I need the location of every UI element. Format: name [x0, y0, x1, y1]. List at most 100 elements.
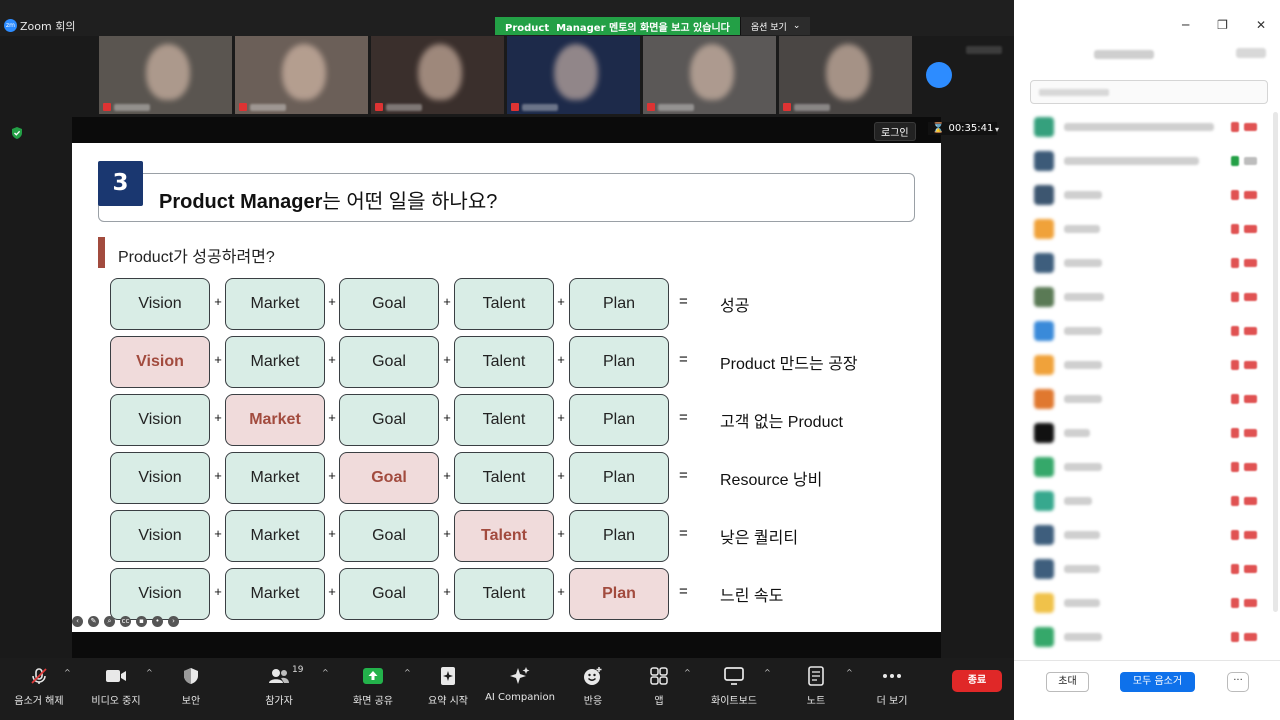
- participants-button[interactable]: 참가자: [234, 666, 324, 707]
- mic-muted-icon[interactable]: [1231, 360, 1239, 370]
- mic-muted-icon[interactable]: [1231, 122, 1239, 132]
- video-off-icon[interactable]: [1244, 497, 1257, 505]
- participant-row[interactable]: [1014, 452, 1280, 486]
- participant-row[interactable]: [1014, 180, 1280, 214]
- participant-row[interactable]: [1014, 418, 1280, 452]
- mic-muted-icon[interactable]: [1231, 462, 1239, 472]
- mic-muted-icon[interactable]: [1231, 428, 1239, 438]
- view-options-button[interactable]: 옵션 보기 ⌄: [739, 17, 811, 35]
- participant-video-tile[interactable]: [371, 36, 504, 114]
- mic-muted-icon[interactable]: [1231, 564, 1239, 574]
- participant-row[interactable]: [1014, 316, 1280, 350]
- participant-row[interactable]: [1014, 282, 1280, 316]
- chevron-up-icon[interactable]: ^: [764, 668, 771, 677]
- mic-muted-icon[interactable]: [1231, 326, 1239, 336]
- video-off-icon[interactable]: [1244, 565, 1257, 573]
- next-icon[interactable]: ›: [168, 616, 179, 627]
- participant-row[interactable]: [1014, 146, 1280, 180]
- video-off-icon[interactable]: [1244, 293, 1257, 301]
- panel-more-button[interactable]: ···: [1227, 672, 1249, 692]
- participant-name-label: [386, 104, 422, 111]
- mic-muted-icon[interactable]: [1231, 224, 1239, 234]
- participant-row[interactable]: [1014, 588, 1280, 622]
- video-off-icon[interactable]: [1244, 123, 1257, 131]
- participant-video-tile[interactable]: [99, 36, 232, 114]
- participant-video-tile[interactable]: [779, 36, 912, 114]
- chevron-up-icon[interactable]: ^: [64, 668, 71, 677]
- mic-active-icon[interactable]: [1231, 156, 1239, 166]
- plus-sign: +: [328, 584, 336, 599]
- more-icon[interactable]: •: [152, 616, 163, 627]
- mic-muted-icon[interactable]: [1231, 190, 1239, 200]
- video-off-icon[interactable]: [1244, 463, 1257, 471]
- session-timer[interactable]: ⌛ 00:35:41: [928, 122, 998, 135]
- participant-row[interactable]: [1014, 112, 1280, 146]
- video-strip: [99, 36, 914, 114]
- participant-row[interactable]: [1014, 520, 1280, 554]
- participant-row[interactable]: [1014, 622, 1280, 656]
- shared-screen-bottom-bar: [72, 632, 941, 658]
- video-off-icon[interactable]: [1244, 327, 1257, 335]
- video-off-icon[interactable]: [1244, 395, 1257, 403]
- close-icon[interactable]: ✕: [1256, 18, 1266, 32]
- mic-muted-icon[interactable]: [1231, 632, 1239, 642]
- captions-icon[interactable]: cc: [120, 616, 131, 627]
- maximize-icon[interactable]: ❐: [1217, 18, 1228, 32]
- participant-name: [1064, 565, 1100, 573]
- mic-muted-icon[interactable]: [1231, 394, 1239, 404]
- video-off-icon[interactable]: [1244, 225, 1257, 233]
- video-off-icon[interactable]: [1244, 599, 1257, 607]
- factor-market: Market: [225, 568, 325, 620]
- participant-video-tile[interactable]: [235, 36, 368, 114]
- mic-muted-icon[interactable]: [1231, 292, 1239, 302]
- mic-muted-icon[interactable]: [1231, 258, 1239, 268]
- invite-button[interactable]: 초대: [1046, 672, 1089, 692]
- security-button[interactable]: 보안: [146, 666, 236, 707]
- participant-row[interactable]: [1014, 248, 1280, 282]
- panel-header-icons[interactable]: [1236, 48, 1266, 58]
- zoom-icon[interactable]: ⌕: [104, 616, 115, 627]
- equals-sign: =: [679, 409, 688, 426]
- mic-muted-icon[interactable]: [1231, 530, 1239, 540]
- participant-row[interactable]: [1014, 554, 1280, 588]
- video-icon[interactable]: ▪: [136, 616, 147, 627]
- panel-scrollbar[interactable]: [1273, 112, 1278, 612]
- chevron-down-icon[interactable]: ▾: [995, 125, 999, 134]
- end-meeting-button[interactable]: 종료: [952, 670, 1002, 692]
- mic-muted-icon[interactable]: [1231, 598, 1239, 608]
- video-off-icon[interactable]: [1244, 429, 1257, 437]
- video-off-icon[interactable]: [1244, 361, 1257, 369]
- view-toggle[interactable]: [966, 46, 1002, 54]
- slide-subtitle: Product가 성공하려면?: [118, 249, 275, 266]
- panel-footer: 초대 모두 음소거 ···: [1014, 660, 1280, 720]
- participant-row[interactable]: [1014, 214, 1280, 248]
- participant-row[interactable]: [1014, 350, 1280, 384]
- mic-muted-icon: [375, 103, 383, 111]
- video-off-icon[interactable]: [1244, 259, 1257, 267]
- factor-talent: Talent: [454, 452, 554, 504]
- summary-label: 요약 시작: [428, 696, 468, 707]
- more-button[interactable]: 더 보기: [847, 666, 937, 707]
- participant-video-tile[interactable]: [507, 36, 640, 114]
- participant-name-label: [522, 104, 558, 111]
- share-screen-icon: [363, 666, 383, 686]
- strip-next-avatar[interactable]: [926, 62, 952, 88]
- mic-muted-icon[interactable]: [1231, 496, 1239, 506]
- factor-goal: Goal: [339, 568, 439, 620]
- participant-row[interactable]: [1014, 384, 1280, 418]
- login-button[interactable]: 로그인: [874, 122, 916, 141]
- participant-video-tile[interactable]: [643, 36, 776, 114]
- factor-talent: Talent: [454, 568, 554, 620]
- video-off-icon[interactable]: [1244, 531, 1257, 539]
- prev-icon[interactable]: ‹: [72, 616, 83, 627]
- encryption-shield-icon[interactable]: [10, 126, 24, 140]
- video-on-icon[interactable]: [1244, 157, 1257, 165]
- minimize-icon[interactable]: ─: [1182, 18, 1189, 32]
- pen-icon[interactable]: ✎: [88, 616, 99, 627]
- participant-search-input[interactable]: [1030, 80, 1268, 104]
- participant-row[interactable]: [1014, 486, 1280, 520]
- video-off-icon[interactable]: [1244, 191, 1257, 199]
- formula-result: 느린 속도: [720, 588, 784, 605]
- mute-all-button[interactable]: 모두 음소거: [1120, 672, 1195, 692]
- video-off-icon[interactable]: [1244, 633, 1257, 641]
